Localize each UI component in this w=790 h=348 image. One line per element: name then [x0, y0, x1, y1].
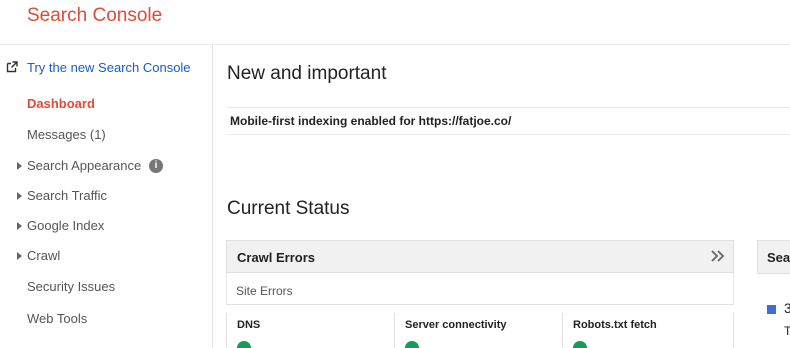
- search-analytics-title: Sea: [767, 250, 790, 265]
- server-connectivity-label: Server connectivity: [405, 319, 507, 331]
- legend-swatch: [767, 305, 776, 314]
- sidebar-item-messages[interactable]: Messages (1): [27, 127, 106, 143]
- app-title[interactable]: Search Console: [27, 5, 162, 27]
- notice-text: Mobile-first indexing enabled for https:…: [230, 114, 512, 128]
- sidebar-item-crawl[interactable]: Crawl: [27, 248, 60, 264]
- search-analytics-card-header[interactable]: Sea: [757, 240, 790, 274]
- crawl-errors-card: Crawl Errors Site Errors DNS Server conn…: [226, 240, 734, 348]
- info-icon[interactable]: i: [149, 159, 163, 173]
- sidebar-item-dashboard[interactable]: Dashboard: [27, 96, 95, 112]
- site-errors-label: Site Errors: [236, 284, 293, 298]
- site-errors-row: Site Errors: [226, 273, 734, 305]
- sidebar-item-security-issues[interactable]: Security Issues: [27, 279, 115, 295]
- sidebar-nav: Try the new Search Console Dashboard Mes…: [0, 45, 213, 348]
- expand-caret-icon[interactable]: [17, 192, 22, 200]
- robots-fetch-column: Robots.txt fetch: [562, 313, 734, 348]
- expand-caret-icon[interactable]: [17, 162, 22, 170]
- try-new-search-console-link[interactable]: Try the new Search Console: [6, 59, 191, 75]
- expand-caret-icon[interactable]: [17, 252, 22, 260]
- dns-column: DNS: [226, 313, 394, 348]
- current-status-heading: Current Status: [227, 198, 350, 219]
- robots-fetch-label: Robots.txt fetch: [573, 319, 657, 331]
- try-new-label: Try the new Search Console: [27, 59, 191, 75]
- dns-label: DNS: [237, 319, 261, 331]
- legend-value: 3: [784, 300, 790, 316]
- new-and-important-heading: New and important: [227, 63, 387, 84]
- double-chevron-right-icon[interactable]: [709, 248, 727, 264]
- external-link-icon: [6, 61, 18, 73]
- check-circle-icon: [405, 341, 419, 348]
- server-connectivity-column: Server connectivity: [394, 313, 562, 348]
- sidebar-item-search-appearance[interactable]: Search Appearance: [27, 158, 141, 174]
- check-circle-icon: [573, 341, 587, 348]
- notice-row[interactable]: Mobile-first indexing enabled for https:…: [227, 107, 790, 135]
- check-circle-icon: [237, 341, 251, 348]
- legend-sublabel: T: [784, 324, 790, 338]
- sidebar-item-google-index[interactable]: Google Index: [27, 218, 104, 234]
- sidebar-item-search-traffic[interactable]: Search Traffic: [27, 188, 107, 204]
- crawl-errors-title: Crawl Errors: [237, 250, 316, 265]
- crawl-errors-header[interactable]: Crawl Errors: [226, 240, 734, 273]
- sidebar-item-web-tools[interactable]: Web Tools: [27, 311, 87, 327]
- expand-caret-icon[interactable]: [17, 222, 22, 230]
